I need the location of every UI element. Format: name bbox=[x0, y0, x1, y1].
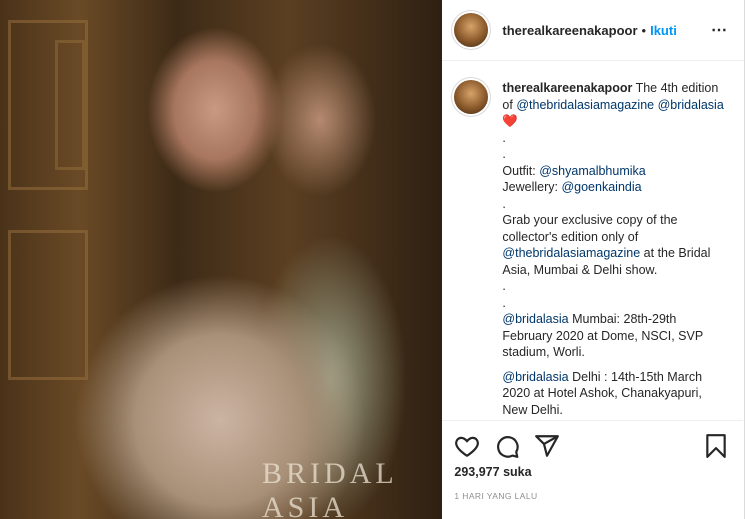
caption-username[interactable]: therealkareenakapoor bbox=[502, 81, 632, 95]
caption-text: therealkareenakapoor The 4th edition of … bbox=[502, 80, 727, 420]
jewellery-label: Jewellery: bbox=[502, 180, 558, 194]
mention-link[interactable]: @bridalasia bbox=[502, 312, 568, 326]
avatar[interactable] bbox=[454, 13, 489, 47]
caption-dot: . bbox=[502, 196, 506, 211]
like-count[interactable]: 293,977 suka bbox=[454, 465, 729, 479]
instagram-post: BRIDAL ASIA therealkareenakapoor • Ikuti… bbox=[0, 0, 745, 519]
mention-link[interactable]: @thebridalasiamagazine bbox=[502, 246, 640, 260]
caption: therealkareenakapoor The 4th edition of … bbox=[442, 62, 743, 420]
separator-dot: • bbox=[641, 22, 647, 38]
heart-icon[interactable] bbox=[454, 433, 480, 459]
mention-link[interactable]: @bridalasia bbox=[658, 98, 724, 112]
caption-dot: . bbox=[502, 147, 506, 161]
bookmark-icon[interactable] bbox=[703, 433, 729, 459]
door-panel bbox=[55, 40, 85, 170]
caption-dot: . bbox=[502, 130, 506, 145]
post-sidebar: therealkareenakapoor • Ikuti ⋯ therealka… bbox=[442, 0, 744, 519]
door-panel bbox=[8, 230, 88, 380]
post-header: therealkareenakapoor • Ikuti ⋯ bbox=[442, 0, 744, 61]
follow-button[interactable]: Ikuti bbox=[650, 23, 677, 38]
more-options-icon[interactable]: ⋯ bbox=[711, 20, 728, 40]
caption-avatar[interactable] bbox=[454, 80, 489, 114]
mention-link[interactable]: @thebridalasiamagazine bbox=[516, 98, 654, 112]
mention-link[interactable]: @shyamalbhumika bbox=[539, 164, 645, 178]
caption-dot: . bbox=[502, 279, 506, 293]
caption-dot: . bbox=[502, 295, 506, 310]
photo-watermark: BRIDAL ASIA bbox=[262, 457, 397, 519]
outfit-label: Outfit: bbox=[502, 163, 536, 178]
mention-link[interactable]: @bridalasia bbox=[502, 370, 568, 384]
author-username[interactable]: therealkareenakapoor bbox=[502, 23, 637, 38]
post-timestamp[interactable]: 1 HARI YANG LALU bbox=[454, 491, 729, 501]
grab-text: Grab your exclusive copy of the collecto… bbox=[502, 213, 678, 244]
action-icons bbox=[454, 427, 729, 465]
comment-icon[interactable] bbox=[494, 433, 520, 459]
heart-emoji: ❤️ bbox=[502, 114, 518, 128]
share-icon[interactable] bbox=[534, 433, 560, 459]
post-actions: 293,977 suka 1 HARI YANG LALU bbox=[442, 420, 744, 501]
post-photo[interactable]: BRIDAL ASIA bbox=[0, 0, 443, 519]
mention-link[interactable]: @goenkaindia bbox=[561, 180, 641, 194]
